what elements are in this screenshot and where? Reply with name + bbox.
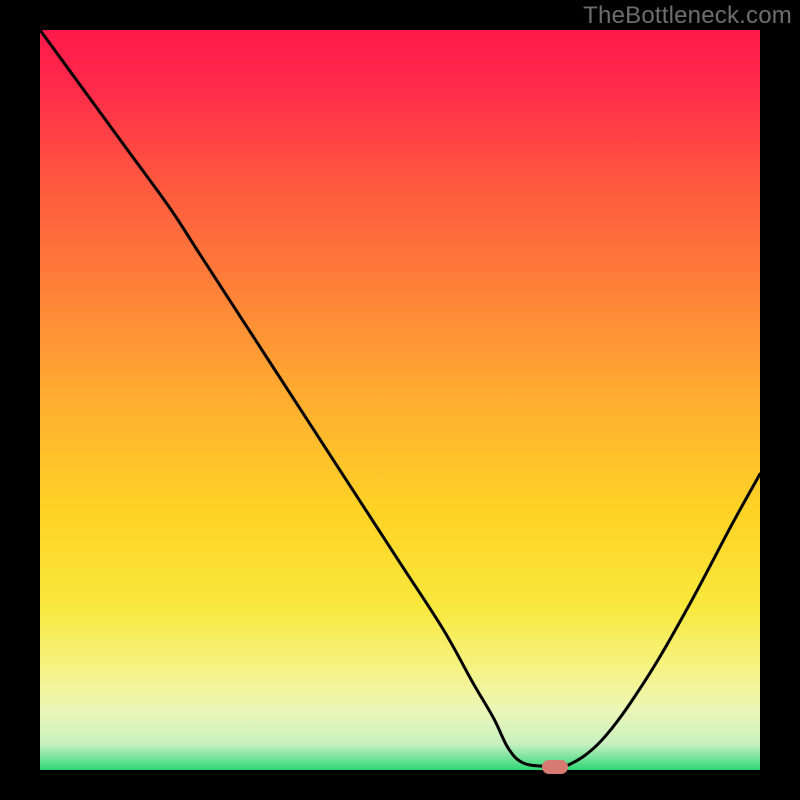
chart-container: TheBottleneck.com bbox=[0, 0, 800, 800]
plot-area bbox=[40, 30, 760, 770]
optimal-point-marker bbox=[542, 760, 568, 774]
watermark-text: TheBottleneck.com bbox=[583, 2, 792, 30]
plot-svg bbox=[40, 30, 760, 770]
gradient-rect bbox=[40, 30, 760, 770]
